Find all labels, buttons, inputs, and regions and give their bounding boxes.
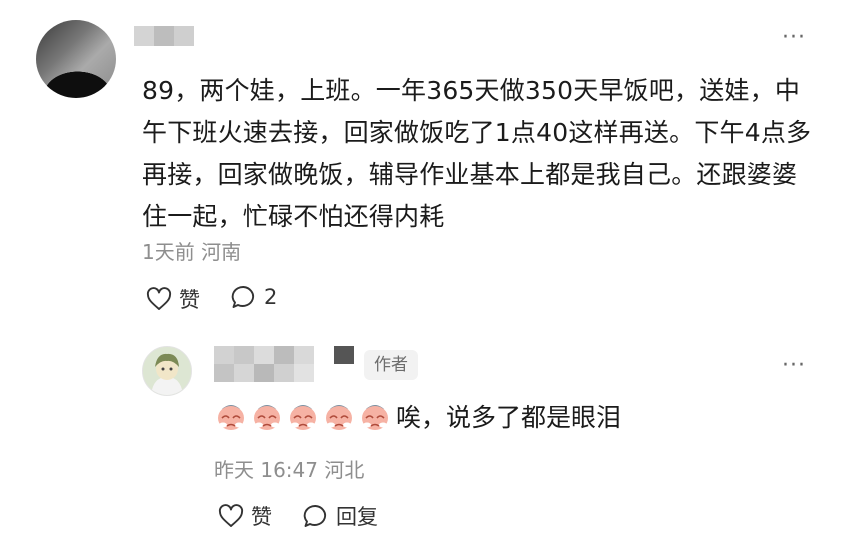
reply-meta: 昨天 16:47 河北 [214, 458, 365, 482]
reply-like-button[interactable]: 赞 [218, 501, 272, 531]
comment-meta: 1天前 河南 [142, 240, 242, 264]
like-button[interactable]: 赞 [146, 284, 200, 314]
more-icon[interactable]: ··· [782, 355, 806, 377]
author-badge: 作者 [364, 350, 418, 380]
reply-label: 回复 [336, 505, 378, 529]
crying-emoji-icon [254, 405, 280, 430]
heart-icon [146, 287, 172, 310]
reply-content: 唉，说多了都是眼泪 [214, 398, 621, 434]
comment-bubble-icon [231, 286, 255, 308]
reply-avatar[interactable] [142, 346, 192, 396]
reply-button[interactable]: 回复 [302, 501, 378, 531]
more-icon[interactable]: ··· [782, 27, 806, 49]
heart-icon [218, 504, 244, 527]
reply-text: 唉，说多了都是眼泪 [396, 403, 622, 432]
comment-count: 2 [264, 285, 278, 309]
crying-emoji-icon [218, 405, 244, 430]
like-label: 赞 [251, 505, 272, 529]
username-blurred[interactable] [134, 26, 194, 46]
avatar[interactable] [36, 20, 116, 98]
avatar-illustration [143, 347, 191, 395]
like-label: 赞 [179, 288, 200, 312]
crying-emoji-icon [326, 405, 352, 430]
comment-bubble-icon [303, 505, 327, 527]
crying-emoji-icon [362, 405, 388, 430]
crying-emoji-icon [290, 405, 316, 430]
reply-username-blurred[interactable] [214, 346, 354, 382]
comment-text: 89，两个娃，上班。一年365天做350天早饭吧，送娃，中午下班火速去接，回家做… [142, 76, 812, 231]
comment-button[interactable]: 2 [230, 284, 277, 310]
